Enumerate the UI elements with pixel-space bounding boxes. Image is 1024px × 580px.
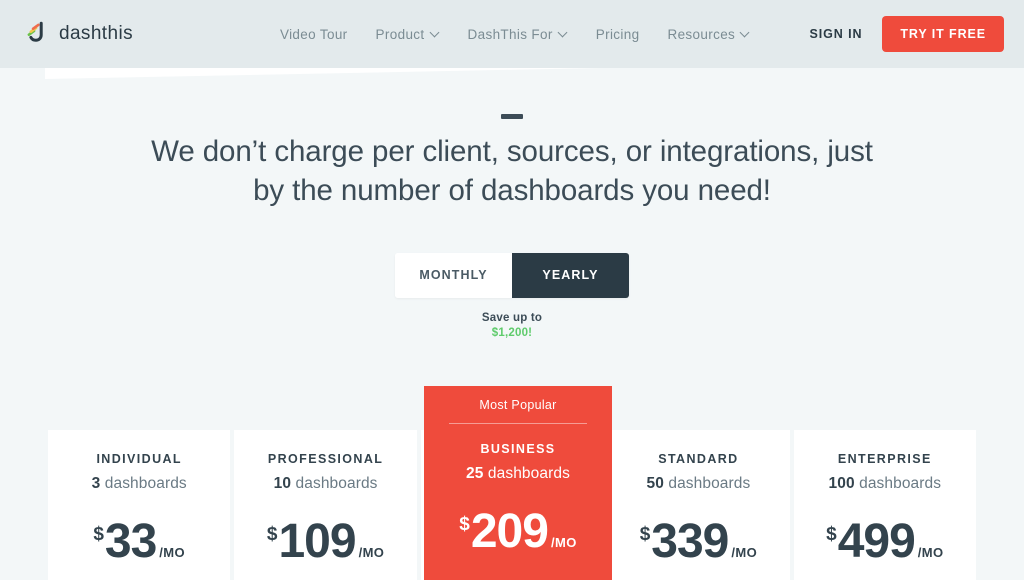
dashthis-logo-icon bbox=[26, 19, 52, 50]
plan-price-currency: $ bbox=[826, 524, 837, 545]
plan-dashboards: 10 dashboards bbox=[234, 475, 416, 493]
plan-price-period: /MO bbox=[917, 545, 944, 560]
nav-item-label: Video Tour bbox=[279, 26, 348, 42]
plan-dashboards-count: 100 bbox=[828, 475, 855, 492]
savings-note: Save up to $1,200! bbox=[482, 311, 542, 342]
plan-price-period: /MO bbox=[550, 535, 577, 550]
site-header: dashthis Video Tour Product DashThis For… bbox=[0, 0, 1024, 68]
plan-price-currency: $ bbox=[639, 524, 651, 545]
plan-name: STANDARD bbox=[658, 452, 739, 466]
sign-in-link[interactable]: SIGN IN bbox=[810, 27, 863, 41]
plan-card-individual[interactable]: INDIVIDUAL 3 dashboards $ 33 /MO bbox=[48, 430, 231, 580]
plan-price: $ 209 /MO bbox=[424, 508, 612, 556]
plan-price-amount: 33 bbox=[104, 515, 157, 568]
plan-price: $ 499 /MO bbox=[794, 518, 976, 566]
plan-dashboards-word: dashboards bbox=[104, 475, 187, 492]
plan-price-amount: 109 bbox=[278, 515, 356, 568]
hero-divider-dash bbox=[501, 114, 523, 119]
nav-item-video-tour[interactable]: Video Tour bbox=[280, 27, 348, 42]
most-popular-label: Most Popular bbox=[479, 398, 557, 412]
plan-price-period: /MO bbox=[358, 545, 385, 560]
nav-item-label: Product bbox=[375, 26, 425, 42]
billing-toggle-yearly[interactable]: YEARLY bbox=[512, 252, 629, 298]
plan-dashboards-count: 3 bbox=[91, 475, 101, 492]
nav-item-label: DashThis For bbox=[467, 26, 553, 42]
plan-price: $ 109 /MO bbox=[234, 518, 416, 566]
plan-dashboards-count: 10 bbox=[273, 475, 292, 492]
brand-name: dashthis bbox=[59, 23, 133, 44]
plan-dashboards-word: dashboards bbox=[668, 475, 751, 492]
plan-dashboards: 50 dashboards bbox=[607, 475, 789, 493]
chevron-down-icon bbox=[741, 29, 750, 38]
nav-item-pricing[interactable]: Pricing bbox=[596, 27, 640, 42]
plan-card-enterprise[interactable]: ENTERPRISE 100 dashboards $ 499 /MO bbox=[793, 430, 977, 580]
most-popular-badge: Most Popular bbox=[424, 386, 612, 424]
savings-amount: $1,200! bbox=[491, 327, 533, 340]
plan-card-business[interactable]: Most Popular BUSINESS 25 dashboards $ 20… bbox=[424, 386, 612, 580]
plan-price-currency: $ bbox=[459, 514, 470, 535]
chevron-down-icon bbox=[559, 29, 568, 38]
plan-price-period: /MO bbox=[731, 545, 758, 560]
plan-dashboards: 100 dashboards bbox=[794, 475, 976, 493]
plan-dashboards-word: dashboards bbox=[295, 475, 378, 492]
billing-toggle-monthly[interactable]: MONTHLY bbox=[395, 252, 512, 298]
nav-item-product[interactable]: Product bbox=[376, 27, 440, 42]
plan-dashboards: 3 dashboards bbox=[48, 475, 230, 493]
plan-price: $ 339 /MO bbox=[607, 518, 789, 566]
plan-card-professional[interactable]: PROFESSIONAL 10 dashboards $ 109 /MO bbox=[234, 430, 417, 580]
header-actions: SIGN IN TRY IT FREE bbox=[810, 16, 1004, 52]
billing-period-section: MONTHLY YEARLY Save up to $1,200! bbox=[0, 252, 1024, 342]
nav-item-resources[interactable]: Resources bbox=[667, 27, 750, 42]
plan-price: $ 33 /MO bbox=[48, 518, 230, 566]
plan-dashboards-word: dashboards bbox=[487, 465, 570, 482]
plan-name: PROFESSIONAL bbox=[267, 452, 384, 466]
plan-price-amount: 339 bbox=[651, 515, 729, 568]
savings-prefix: Save up to bbox=[481, 311, 543, 324]
page-title: We don’t charge per client, sources, or … bbox=[151, 135, 873, 207]
plan-price-amount: 209 bbox=[470, 505, 549, 558]
billing-period-toggle[interactable]: MONTHLY YEARLY bbox=[395, 252, 629, 298]
main-navigation: Video Tour Product DashThis For Pricing … bbox=[280, 27, 750, 42]
plan-card-standard[interactable]: STANDARD 50 dashboards $ 339 /MO bbox=[607, 430, 790, 580]
try-it-free-button[interactable]: TRY IT FREE bbox=[882, 16, 1004, 52]
plan-price-currency: $ bbox=[93, 524, 104, 545]
chevron-down-icon bbox=[431, 29, 440, 38]
plan-price-period: /MO bbox=[159, 545, 186, 560]
plan-dashboards-word: dashboards bbox=[859, 475, 942, 492]
plan-price-amount: 499 bbox=[837, 515, 916, 568]
plan-name: INDIVIDUAL bbox=[96, 452, 182, 466]
nav-item-dashthis-for[interactable]: DashThis For bbox=[468, 27, 568, 42]
brand-logo-link[interactable]: dashthis bbox=[26, 19, 133, 50]
nav-item-label: Resources bbox=[667, 26, 736, 42]
nav-item-label: Pricing bbox=[595, 26, 640, 42]
plan-name: BUSINESS bbox=[480, 442, 556, 456]
plan-price-currency: $ bbox=[266, 524, 278, 545]
hero-section: We don’t charge per client, sources, or … bbox=[0, 68, 1024, 211]
pricing-plans-row: INDIVIDUAL 3 dashboards $ 33 /MO PROFESS… bbox=[48, 386, 977, 580]
plan-name: ENTERPRISE bbox=[837, 452, 932, 466]
plan-dashboards: 25 dashboards bbox=[424, 465, 612, 483]
plan-dashboards-count: 50 bbox=[646, 475, 664, 492]
plan-dashboards-count: 25 bbox=[466, 465, 484, 482]
